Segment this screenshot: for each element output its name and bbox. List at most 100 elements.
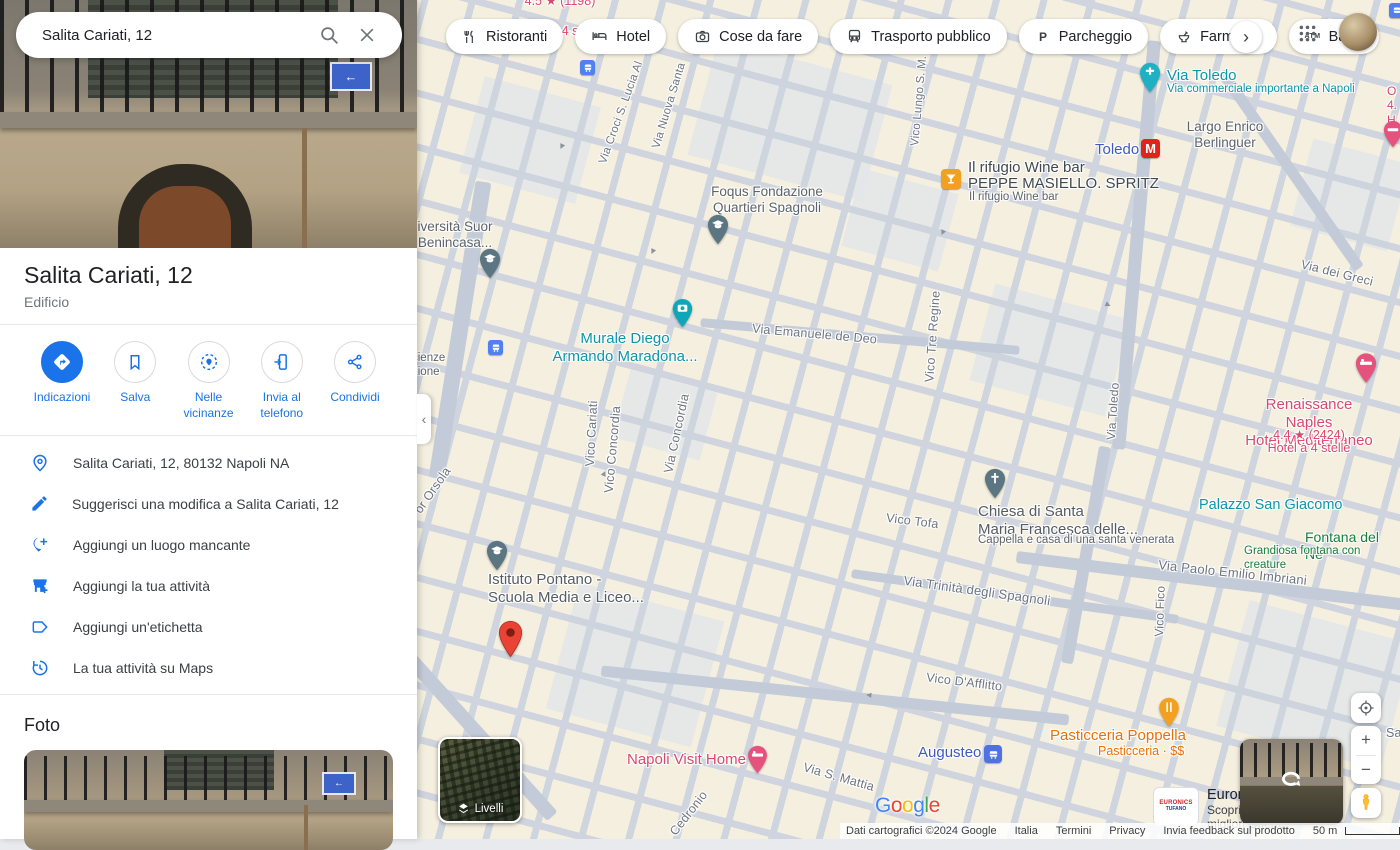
map-label-foqus[interactable]: Foqus Fondazione Quartieri Spagnoli bbox=[702, 184, 832, 216]
photo-thumbnail[interactable]: ← bbox=[24, 750, 393, 850]
one-way-sign: ← bbox=[322, 772, 356, 795]
scale-bar bbox=[1345, 827, 1400, 835]
maps-activity-text: La tua attività su Maps bbox=[73, 660, 213, 676]
page-title: Salita Cariati, 12 bbox=[24, 262, 393, 289]
link-italia[interactable]: Italia bbox=[1015, 825, 1038, 837]
send-to-phone-button[interactable]: Invia al telefono bbox=[246, 341, 318, 421]
one-way-sign: ← bbox=[330, 62, 372, 91]
zoom-in-button[interactable]: + bbox=[1351, 726, 1381, 755]
search-input[interactable] bbox=[40, 26, 310, 45]
history-clock-icon bbox=[30, 658, 50, 678]
map-label-chiesa-sub: Cappella e casa di una santa venerata bbox=[978, 534, 1174, 548]
zoom-out-button[interactable]: − bbox=[1351, 756, 1381, 785]
apps-grid-icon[interactable] bbox=[1297, 23, 1318, 49]
photo-pipe bbox=[302, 128, 307, 248]
sidebar-collapse-button[interactable]: ‹ bbox=[417, 394, 431, 444]
save-button[interactable]: Salva bbox=[99, 341, 171, 421]
euronics-logo: EURONICSTUFANO bbox=[1153, 787, 1199, 826]
photo-balcony bbox=[0, 112, 417, 128]
nearby-button[interactable]: Nelle vicinanze bbox=[173, 341, 245, 421]
action-label: Nelle vicinanze bbox=[173, 390, 245, 421]
action-label: Salva bbox=[120, 390, 150, 406]
add-place-pin-icon bbox=[30, 535, 50, 555]
funicular-icon[interactable] bbox=[984, 745, 1002, 763]
school-pin-icon[interactable] bbox=[707, 214, 729, 250]
link-termini[interactable]: Termini bbox=[1056, 825, 1091, 837]
chip-label: Ristoranti bbox=[486, 29, 547, 45]
chip-parcheggio[interactable]: P Parcheggio bbox=[1019, 19, 1148, 54]
scale-text: 50 m bbox=[1313, 825, 1337, 837]
map-label-istituto[interactable]: Istituto Pontano - Scuola Media e Liceo.… bbox=[488, 571, 644, 607]
bar-icon[interactable] bbox=[941, 169, 961, 189]
share-icon bbox=[334, 341, 376, 383]
search-box[interactable] bbox=[16, 12, 402, 58]
street-vico-fico: Vico Fico bbox=[1152, 576, 1169, 646]
svg-text:P: P bbox=[1039, 30, 1047, 44]
close-icon[interactable] bbox=[348, 25, 386, 45]
map-label-rifugio-3: Il rifugio Wine bar bbox=[969, 191, 1058, 205]
add-business-row[interactable]: Aggiungi la tua attività bbox=[0, 565, 417, 606]
directions-icon bbox=[41, 341, 83, 383]
photo-balcony bbox=[24, 800, 393, 812]
zoom-controls: + − bbox=[1351, 726, 1381, 784]
action-label: Indicazioni bbox=[34, 390, 91, 406]
bus-stop-icon[interactable] bbox=[580, 60, 595, 75]
link-privacy[interactable]: Privacy bbox=[1109, 825, 1145, 837]
restaurant-icon bbox=[462, 29, 478, 45]
directions-button[interactable]: Indicazioni bbox=[26, 341, 98, 421]
photo-spot-pin-icon[interactable] bbox=[672, 298, 693, 333]
chips-more-button[interactable]: › bbox=[1230, 21, 1262, 53]
hotel-pin-icon[interactable] bbox=[1355, 352, 1377, 389]
link-feedback[interactable]: Invia feedback sul prodotto bbox=[1163, 825, 1294, 837]
hotel-pin-icon[interactable] bbox=[747, 745, 768, 779]
metro-icon[interactable]: M bbox=[1141, 139, 1160, 158]
school-pin-icon[interactable] bbox=[479, 248, 501, 284]
nearby-icon bbox=[188, 341, 230, 383]
pegman-button[interactable] bbox=[1351, 788, 1381, 818]
storefront-icon bbox=[30, 576, 50, 596]
rotate-view-icon[interactable] bbox=[1278, 769, 1304, 796]
place-pin-icon bbox=[30, 453, 50, 473]
add-label-row[interactable]: Aggiungi un'etichetta bbox=[0, 606, 417, 647]
destination-marker-icon[interactable] bbox=[498, 620, 523, 663]
bus-stop-icon[interactable] bbox=[488, 340, 503, 355]
map-label-murale[interactable]: Murale Diego Armando Maradona... bbox=[550, 330, 700, 366]
add-place-row[interactable]: Aggiungi un luogo mancante bbox=[0, 524, 417, 565]
map-label-via-toledo-sub: Via commerciale importante a Napoli bbox=[1167, 83, 1355, 97]
map-label-toledo-station[interactable]: Toledo bbox=[1095, 141, 1139, 159]
map-label-napoli-visit[interactable]: Napoli Visit Home bbox=[627, 751, 746, 769]
add-business-text: Aggiungi la tua attività bbox=[73, 578, 210, 594]
pegman-icon bbox=[1358, 793, 1374, 813]
hotel-icon bbox=[591, 28, 608, 45]
action-label: Invia al telefono bbox=[246, 390, 318, 421]
streetview-preview[interactable] bbox=[1240, 739, 1343, 825]
pencil-icon bbox=[30, 494, 49, 513]
my-location-button[interactable] bbox=[1351, 693, 1381, 723]
map-label-augusteo[interactable]: Augusteo bbox=[918, 744, 981, 762]
chip-label: Parcheggio bbox=[1059, 29, 1132, 45]
pharmacy-icon bbox=[1176, 29, 1192, 45]
address-row[interactable]: Salita Cariati, 12, 80132 Napoli NA bbox=[0, 442, 417, 483]
map-label-palazzo[interactable]: Palazzo San Giacomo bbox=[1199, 497, 1342, 514]
photo-door bbox=[118, 164, 252, 248]
suggest-edit-row[interactable]: Suggerisci una modifica a Salita Cariati… bbox=[0, 483, 417, 524]
share-button[interactable]: Condividi bbox=[319, 341, 391, 421]
map-label-pasticceria[interactable]: Pasticceria Poppella bbox=[1050, 727, 1186, 745]
attraction-pin-icon[interactable] bbox=[1139, 62, 1161, 98]
chip-ristoranti[interactable]: Ristoranti bbox=[446, 19, 563, 54]
action-bar: Indicazioni Salva Nelle vicinanze Invia … bbox=[0, 325, 417, 435]
place-hero-photo[interactable]: ← bbox=[0, 0, 417, 248]
chip-cose-da-fare[interactable]: Cose da fare bbox=[678, 19, 818, 54]
attribution-bar: Dati cartografici ©2024 Google Italia Te… bbox=[840, 823, 1400, 839]
chip-hotel[interactable]: Hotel bbox=[575, 19, 666, 54]
church-pin-icon[interactable] bbox=[984, 468, 1006, 504]
search-icon[interactable] bbox=[310, 25, 348, 46]
maps-activity-row[interactable]: La tua attività su Maps bbox=[0, 647, 417, 688]
avatar[interactable] bbox=[1339, 13, 1377, 51]
photo-pipe bbox=[304, 805, 308, 850]
chip-label: Hotel bbox=[616, 29, 650, 45]
layers-button[interactable]: Livelli bbox=[438, 737, 522, 823]
transit-icon bbox=[846, 28, 863, 45]
chip-trasporto-pubblico[interactable]: Trasporto pubblico bbox=[830, 19, 1007, 54]
locate-icon bbox=[1357, 699, 1375, 717]
